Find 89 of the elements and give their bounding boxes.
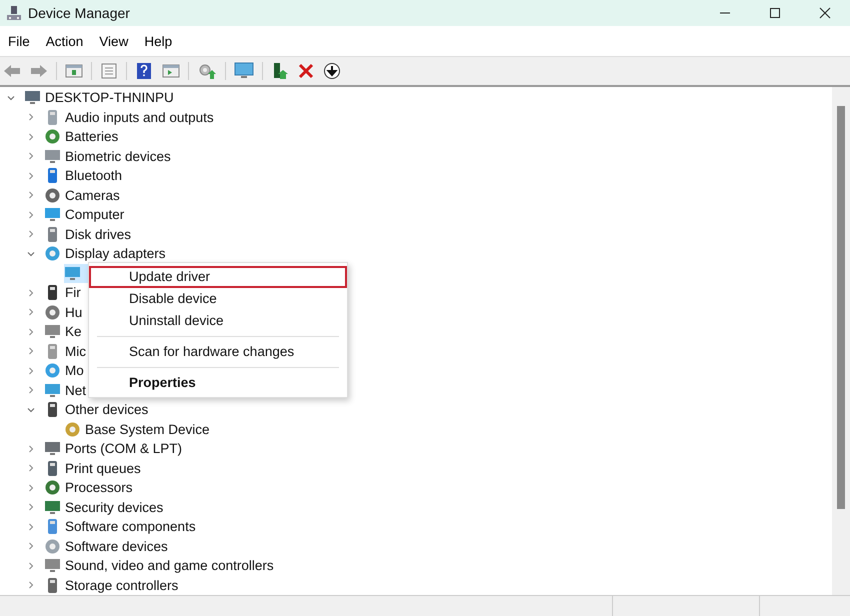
- device-icon: [44, 148, 61, 165]
- tree-item[interactable]: Ports (COM & LPT): [44, 439, 186, 458]
- device-icon: [44, 128, 61, 146]
- computer-tower-icon: [6, 5, 22, 21]
- menu-item[interactable]: View: [93, 34, 134, 48]
- tree-item[interactable]: Software devices: [44, 536, 172, 556]
- menu-item[interactable]: Help: [138, 34, 178, 48]
- context-menu-item[interactable]: Disable device: [89, 288, 347, 310]
- expand-chevron-icon[interactable]: [26, 366, 36, 376]
- close-icon: [819, 7, 831, 19]
- expand-chevron-icon[interactable]: [26, 190, 36, 200]
- device-icon: [44, 557, 61, 574]
- expand-chevron-icon[interactable]: [26, 541, 36, 552]
- window-title: Device Manager: [28, 5, 130, 21]
- expand-chevron-icon[interactable]: [26, 288, 36, 298]
- device-icon: [44, 382, 61, 399]
- device-icon: [44, 538, 61, 555]
- expand-chevron-icon[interactable]: [26, 463, 36, 474]
- tree-item[interactable]: Hu: [44, 302, 86, 322]
- device-icon: [64, 420, 81, 438]
- device-icon: [44, 245, 61, 262]
- expand-chevron-icon[interactable]: [26, 229, 36, 240]
- expand-chevron-icon[interactable]: [26, 112, 36, 122]
- expand-chevron-icon[interactable]: [26, 385, 36, 396]
- left-arrow-icon: [3, 63, 21, 79]
- maximize-icon: [769, 7, 781, 19]
- expand-chevron-icon[interactable]: [26, 307, 36, 318]
- tree-item[interactable]: Biometric devices: [44, 146, 175, 166]
- expand-chevron-icon[interactable]: [26, 580, 36, 590]
- window-pane-icon: [162, 63, 180, 79]
- device-icon: [24, 89, 41, 106]
- device-icon: [44, 206, 61, 224]
- tree-item[interactable]: Base System Device: [64, 420, 214, 439]
- expand-chevron-icon[interactable]: [26, 132, 36, 142]
- tree-item[interactable]: Security devices: [44, 498, 168, 517]
- monitor-icon: [234, 62, 254, 80]
- tree-item[interactable]: Disk drives: [44, 224, 136, 244]
- device-icon: [44, 323, 61, 340]
- device-arrow-icon: [271, 62, 289, 80]
- gear-arrow-icon: [197, 62, 217, 80]
- device-icon: [44, 362, 61, 380]
- menu-item[interactable]: File: [2, 34, 36, 48]
- context-menu-item[interactable]: Update driver: [89, 266, 347, 288]
- tree-item[interactable]: Software components: [44, 517, 200, 536]
- context-menu-item[interactable]: Uninstall device: [89, 310, 347, 332]
- menu-item[interactable]: Action: [40, 34, 90, 48]
- device-icon: [44, 440, 61, 458]
- cross-icon: [298, 63, 314, 79]
- expand-chevron-icon[interactable]: [26, 444, 36, 454]
- expand-chevron-icon[interactable]: [26, 170, 36, 181]
- device-icon: [44, 304, 61, 321]
- scrollbar[interactable]: [832, 87, 850, 595]
- expand-chevron-icon[interactable]: [26, 502, 36, 512]
- expand-chevron-icon[interactable]: [26, 210, 36, 220]
- tree-item[interactable]: Display adapters: [44, 244, 170, 264]
- document-icon: [100, 63, 118, 79]
- tree-item[interactable]: Ke: [44, 322, 86, 342]
- tree-item[interactable]: Sound, video and game controllers: [44, 556, 278, 576]
- device-icon: [44, 498, 61, 516]
- tree-item[interactable]: Other devices: [44, 400, 152, 420]
- tree-item[interactable]: Batteries: [44, 127, 122, 146]
- expand-chevron-icon[interactable]: [26, 151, 36, 162]
- tree-item[interactable]: DESKTOP-THNINPU: [24, 88, 178, 108]
- device-icon: [44, 186, 61, 204]
- expand-chevron-icon[interactable]: [26, 560, 36, 571]
- tree-item[interactable]: Computer: [44, 205, 128, 224]
- tree-item[interactable]: Net: [44, 380, 90, 400]
- window-pane-icon: [65, 63, 83, 79]
- context-menu-item[interactable]: Properties: [89, 372, 347, 394]
- tree-item[interactable]: Fir: [44, 283, 85, 302]
- tree-item[interactable]: Bluetooth: [44, 166, 126, 186]
- expand-chevron-icon[interactable]: [26, 326, 36, 337]
- tree-item[interactable]: Mo: [44, 361, 88, 380]
- context-menu-item[interactable]: Scan for hardware changes: [89, 341, 347, 363]
- tree-item[interactable]: Audio inputs and outputs: [44, 108, 218, 127]
- right-arrow-icon: [30, 63, 48, 79]
- expand-chevron-icon[interactable]: [26, 346, 36, 356]
- expand-chevron-icon[interactable]: [26, 522, 36, 532]
- expand-chevron-icon[interactable]: [26, 482, 36, 493]
- tree-item[interactable]: Storage controllers: [44, 576, 182, 595]
- tree-item[interactable]: Print queues: [44, 458, 145, 478]
- device-icon: [44, 479, 61, 496]
- down-arrow-circle-icon: [323, 62, 341, 80]
- tree-item[interactable]: Processors: [44, 478, 137, 498]
- tree-item[interactable]: Cameras: [44, 186, 124, 205]
- tree-item[interactable]: Mic: [44, 342, 90, 361]
- scrollbar-thumb[interactable]: [837, 106, 845, 509]
- help-icon: [135, 62, 153, 80]
- device-icon: [64, 264, 81, 282]
